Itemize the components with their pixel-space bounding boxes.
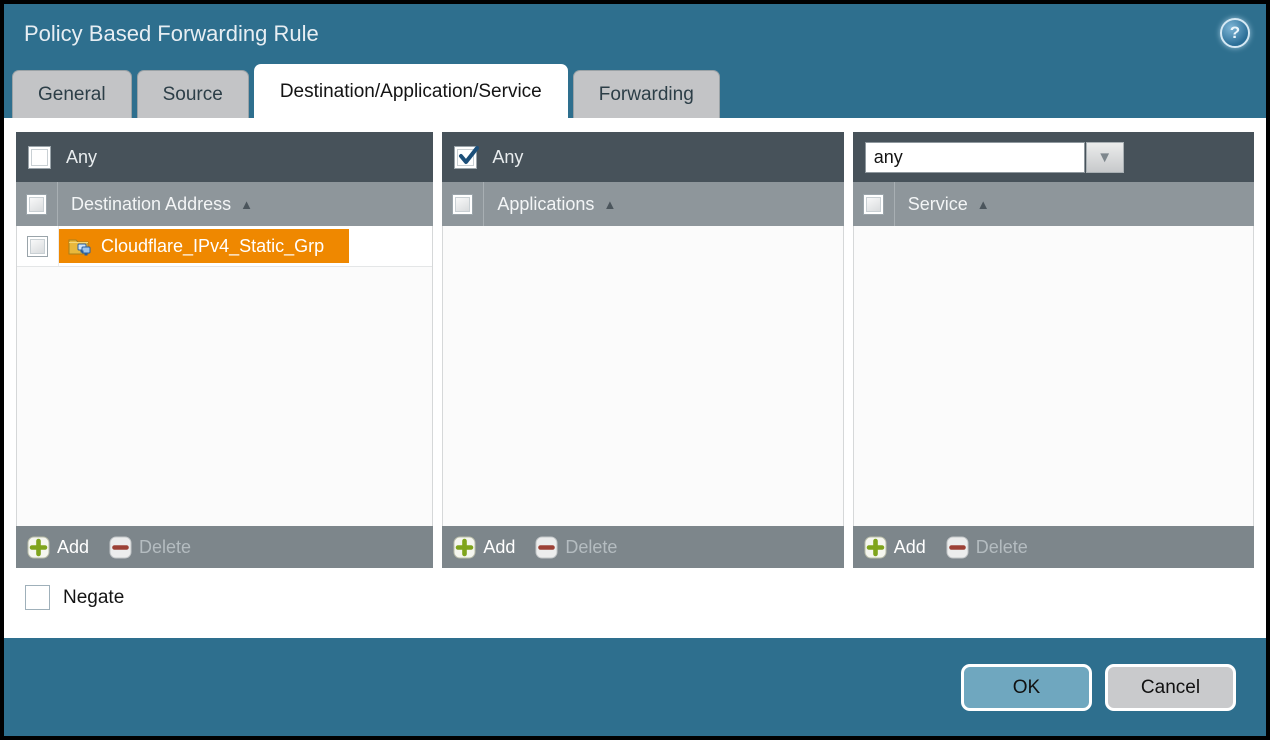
dropdown-arrow-glyph: ▼ <box>1097 149 1112 166</box>
applications-list <box>442 226 843 526</box>
selection-columns: Any Destination Address ▲ <box>16 132 1254 568</box>
service-delete-button[interactable]: Delete <box>946 536 1028 559</box>
service-add-button[interactable]: Add <box>864 536 926 559</box>
address-group-icon <box>68 236 92 256</box>
sort-asc-icon: ▲ <box>240 197 253 212</box>
destination-list: Cloudflare_IPv4_Static_Grp <box>16 226 433 526</box>
destination-column-header[interactable]: Destination Address ▲ <box>16 182 433 226</box>
applications-select-all-checkbox[interactable] <box>452 194 473 215</box>
destination-header-label: Destination Address <box>71 194 231 215</box>
applications-add-button[interactable]: Add <box>453 536 515 559</box>
destination-address-column: Any Destination Address ▲ <box>16 132 433 568</box>
service-column: any ▼ Service ▲ <box>853 132 1254 568</box>
delete-button-label: Delete <box>139 537 191 558</box>
checkmark-icon <box>456 144 482 170</box>
tab-forwarding[interactable]: Forwarding <box>573 70 720 118</box>
row-checkbox-cell <box>17 226 59 266</box>
delete-button-label: Delete <box>976 537 1028 558</box>
cancel-button[interactable]: Cancel <box>1105 664 1236 711</box>
service-select-all-checkbox[interactable] <box>863 194 884 215</box>
service-list <box>853 226 1254 526</box>
destination-header-checkbox-cell <box>16 182 58 226</box>
destination-address-item[interactable]: Cloudflare_IPv4_Static_Grp <box>59 229 349 263</box>
delete-button-label: Delete <box>565 537 617 558</box>
delete-icon <box>535 536 558 559</box>
destination-footer-bar: Add Delete <box>16 526 433 568</box>
tab-destination-application-service[interactable]: Destination/Application/Service <box>254 64 568 118</box>
service-column-header[interactable]: Service ▲ <box>853 182 1254 226</box>
destination-any-checkbox[interactable] <box>28 146 51 169</box>
sort-asc-icon: ▲ <box>603 197 616 212</box>
destination-any-bar: Any <box>16 132 433 182</box>
applications-delete-button[interactable]: Delete <box>535 536 617 559</box>
applications-any-checkbox[interactable] <box>454 146 477 169</box>
applications-header-label: Applications <box>497 194 594 215</box>
applications-any-bar: Any <box>442 132 843 182</box>
negate-label: Negate <box>63 587 124 609</box>
add-icon <box>27 536 50 559</box>
negate-row: Negate <box>25 585 1254 610</box>
tab-general[interactable]: General <box>12 70 132 118</box>
destination-address-item-label: Cloudflare_IPv4_Static_Grp <box>101 236 324 257</box>
service-dropdown-value[interactable]: any <box>865 142 1085 173</box>
dialog-title: Policy Based Forwarding Rule <box>24 21 319 47</box>
add-icon <box>453 536 476 559</box>
tab-source[interactable]: Source <box>137 70 249 118</box>
destination-add-button[interactable]: Add <box>27 536 89 559</box>
table-row: Cloudflare_IPv4_Static_Grp <box>17 226 432 267</box>
applications-header-checkbox-cell <box>442 182 484 226</box>
dialog-titlebar: Policy Based Forwarding Rule <box>4 4 1266 64</box>
delete-icon <box>946 536 969 559</box>
add-button-label: Add <box>483 537 515 558</box>
add-icon <box>864 536 887 559</box>
add-button-label: Add <box>894 537 926 558</box>
service-dropdown-bar: any ▼ <box>853 132 1254 182</box>
sort-asc-icon: ▲ <box>977 197 990 212</box>
help-glyph: ? <box>1230 23 1240 43</box>
applications-column-header[interactable]: Applications ▲ <box>442 182 843 226</box>
chevron-down-icon[interactable]: ▼ <box>1086 142 1124 173</box>
negate-checkbox[interactable] <box>25 585 50 610</box>
row-checkbox[interactable] <box>27 236 48 257</box>
service-dropdown[interactable]: any ▼ <box>865 142 1124 173</box>
add-button-label: Add <box>57 537 89 558</box>
applications-any-label: Any <box>492 147 523 168</box>
tab-bar: General Source Destination/Application/S… <box>4 64 1266 118</box>
destination-delete-button[interactable]: Delete <box>109 536 191 559</box>
service-header-checkbox-cell <box>853 182 895 226</box>
delete-icon <box>109 536 132 559</box>
tab-content-panel: Any Destination Address ▲ <box>4 118 1266 638</box>
service-footer-bar: Add Delete <box>853 526 1254 568</box>
applications-column: Any Applications ▲ Add <box>442 132 843 568</box>
applications-footer-bar: Add Delete <box>442 526 843 568</box>
service-header-label: Service <box>908 194 968 215</box>
help-icon[interactable]: ? <box>1220 18 1250 48</box>
ok-button[interactable]: OK <box>961 664 1092 711</box>
destination-any-label: Any <box>66 147 97 168</box>
destination-select-all-checkbox[interactable] <box>26 194 47 215</box>
